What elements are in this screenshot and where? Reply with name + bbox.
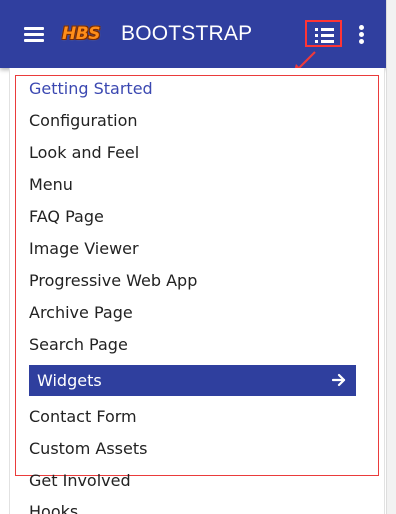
menu-item-get-involved[interactable]: Get Involved — [29, 469, 356, 493]
toc-bullet — [315, 40, 318, 43]
site-title[interactable]: BOOTSTRAP — [121, 23, 252, 45]
menu-item-menu[interactable]: Menu — [29, 173, 356, 197]
menu-item-archive-page[interactable]: Archive Page — [29, 301, 356, 325]
menu-item-widgets[interactable]: Widgets — [29, 365, 356, 396]
menu-item-contact-form[interactable]: Contact Form — [29, 405, 356, 429]
menu-item-widgets-label: Widgets — [37, 371, 102, 390]
brand-logo[interactable]: HBS — [56, 22, 106, 46]
menu-item-getting-started[interactable]: Getting Started — [29, 77, 356, 101]
arrow-right-icon — [332, 373, 346, 387]
more-dot — [359, 25, 364, 30]
toc-line — [321, 40, 334, 43]
scrollbar-track[interactable] — [386, 0, 396, 514]
hamburger-line — [24, 33, 44, 36]
logo-text: HBS — [62, 24, 100, 44]
app-bar: HBS BOOTSTRAP — [0, 0, 386, 68]
toc-button[interactable] — [305, 20, 342, 47]
screen: HBS BOOTSTRAP Getting Started Configurat… — [0, 0, 396, 514]
toc-line — [321, 28, 334, 31]
toc-line — [321, 34, 334, 37]
menu-item-look-and-feel[interactable]: Look and Feel — [29, 141, 356, 165]
hamburger-line — [24, 39, 44, 42]
page-bottom-edge — [0, 505, 396, 514]
menu-item-search-page[interactable]: Search Page — [29, 333, 356, 357]
toc-bullet — [315, 28, 318, 31]
more-vertical-icon[interactable] — [359, 24, 365, 46]
hamburger-menu-icon[interactable] — [24, 25, 44, 43]
hamburger-line — [24, 27, 44, 30]
menu-item-progressive-web-app[interactable]: Progressive Web App — [29, 269, 356, 293]
menu-item-faq-page[interactable]: FAQ Page — [29, 205, 356, 229]
menu-item-custom-assets[interactable]: Custom Assets — [29, 437, 356, 461]
menu-item-configuration[interactable]: Configuration — [29, 109, 356, 133]
more-dot — [359, 32, 364, 37]
more-dot — [359, 39, 364, 44]
menu-item-image-viewer[interactable]: Image Viewer — [29, 237, 356, 261]
list-toc-icon — [315, 27, 335, 43]
toc-bullet — [315, 34, 318, 37]
